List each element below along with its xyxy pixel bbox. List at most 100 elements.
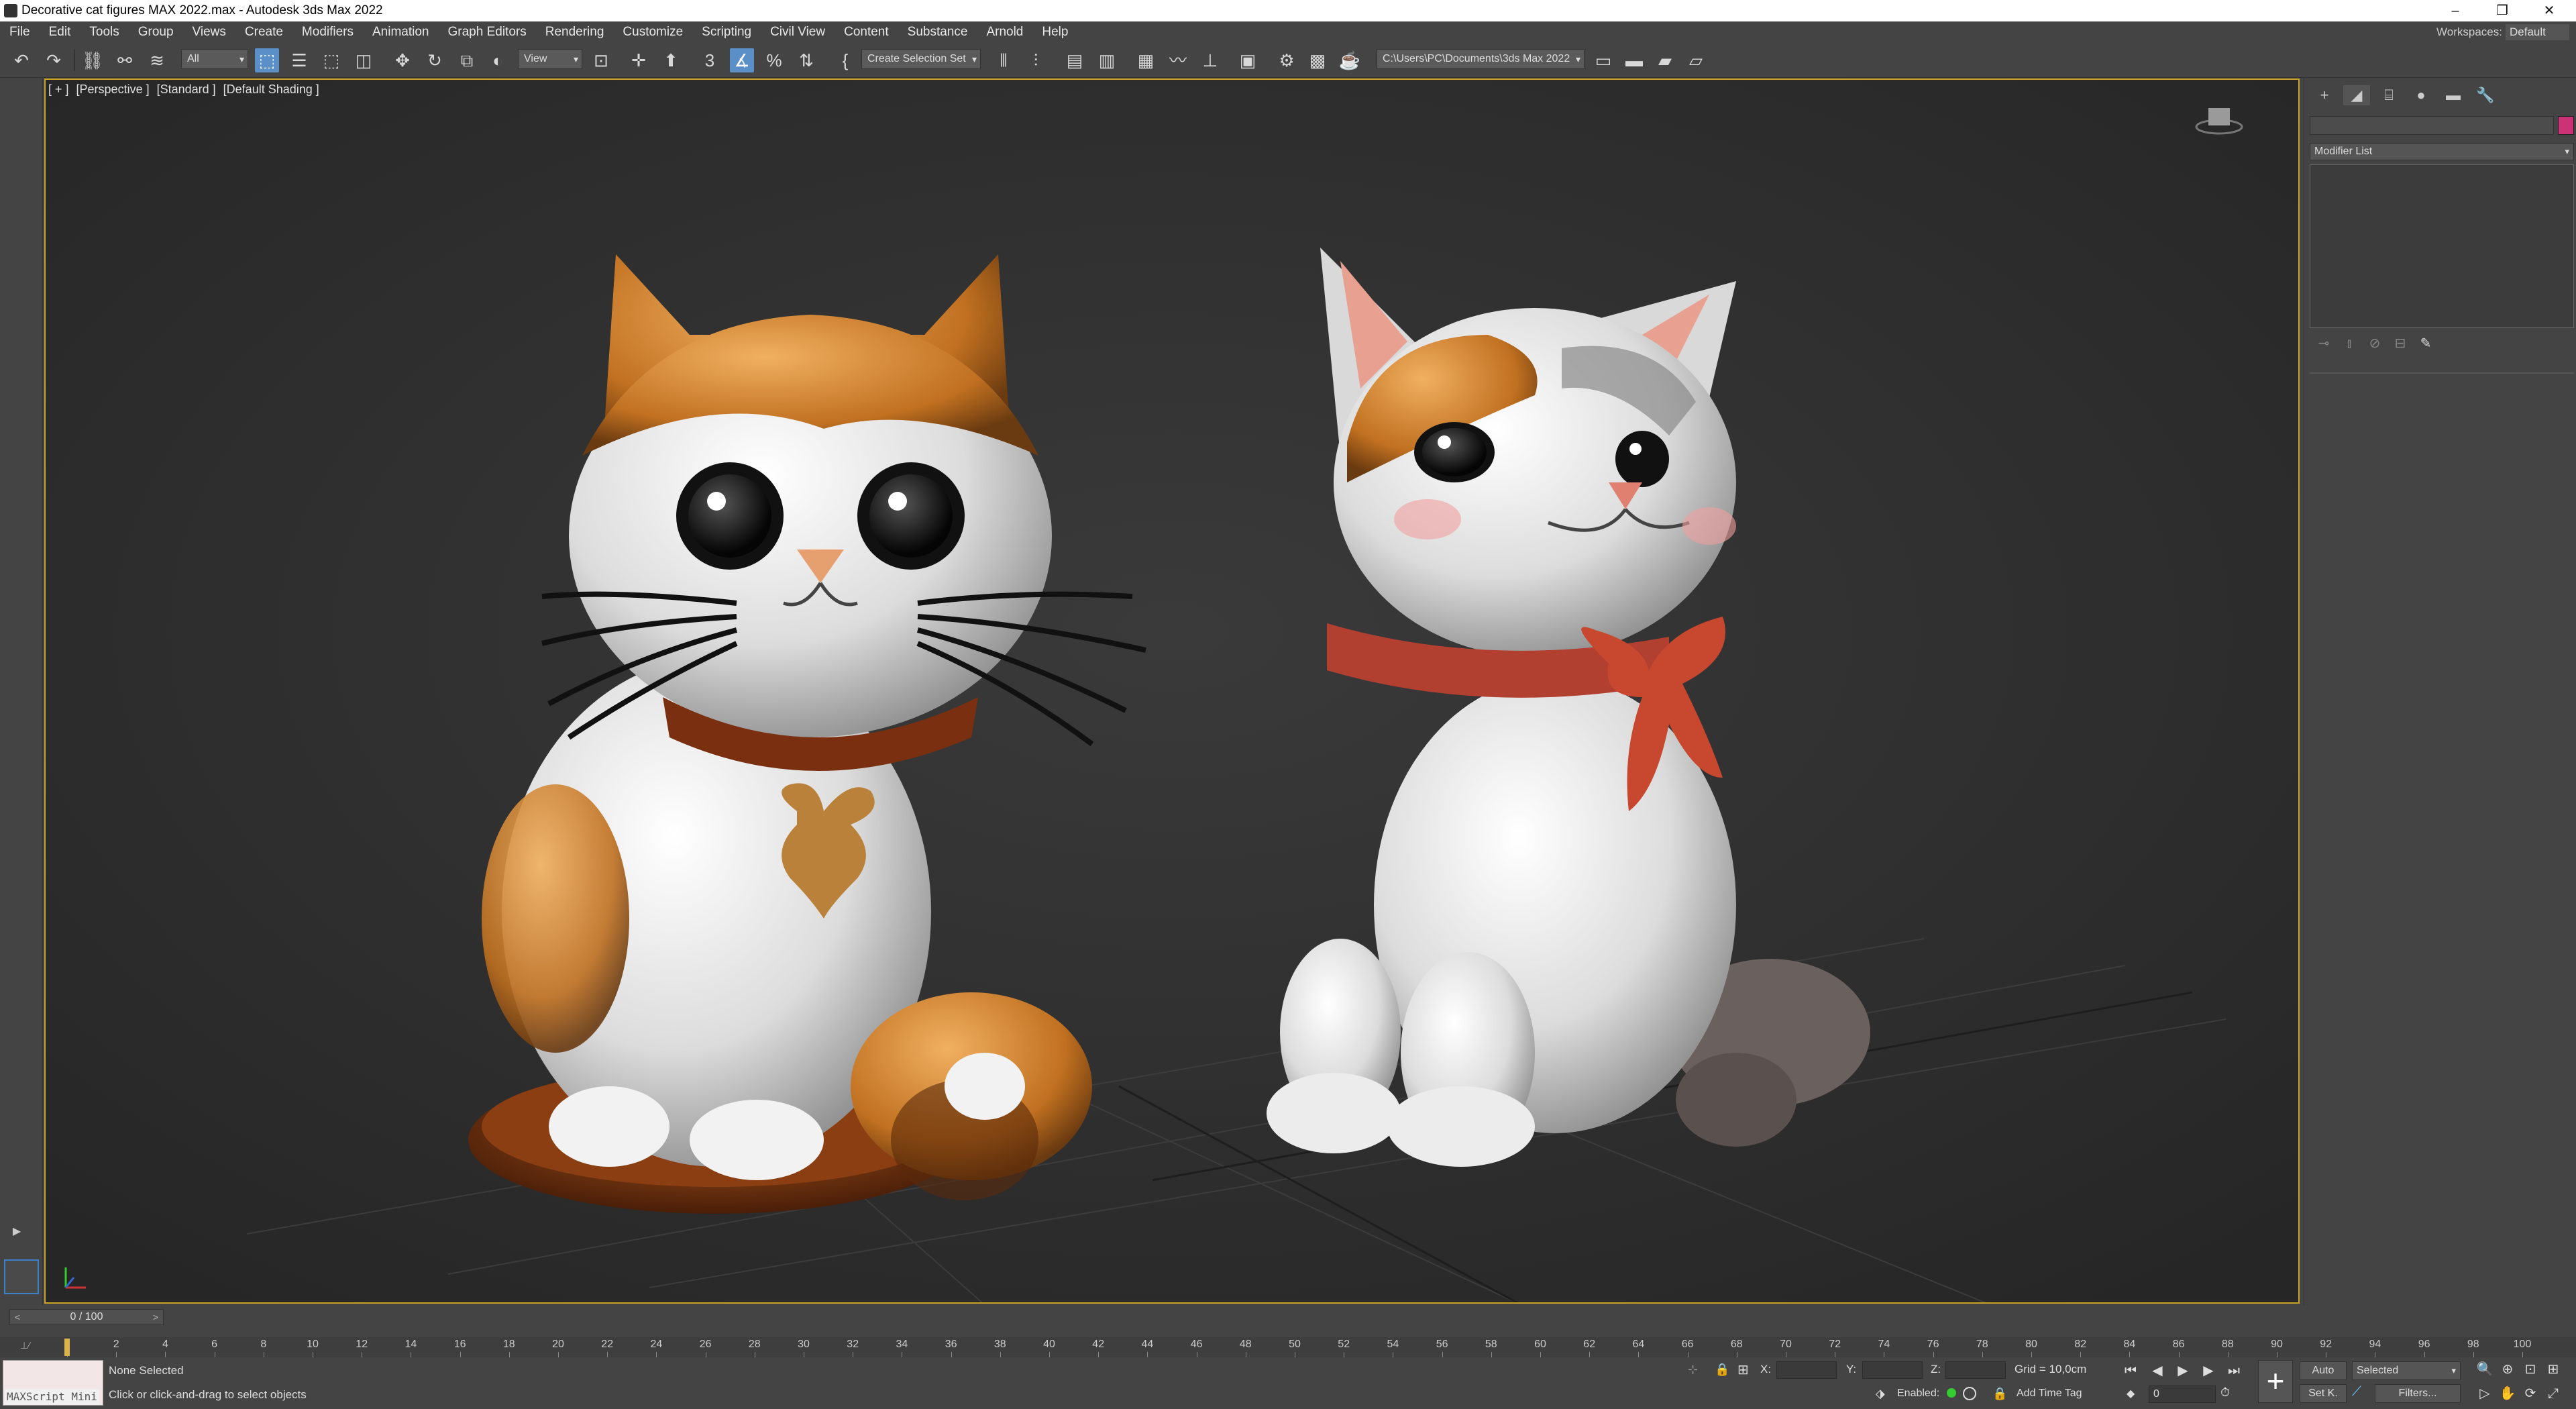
project-settings-icon[interactable]: ▱	[1684, 48, 1708, 72]
snaps-toggle-icon[interactable]: 3	[698, 48, 722, 72]
viewport-point-of-view-menu[interactable]: [Perspective ]	[76, 83, 150, 96]
menu-group[interactable]: Group	[129, 21, 183, 43]
key-tangent-icon[interactable]: ⟋	[2352, 1384, 2361, 1400]
menu-graph-editors[interactable]: Graph Editors	[439, 21, 536, 43]
selection-lock-icon[interactable]: 🔒	[1715, 1363, 1729, 1377]
pin-stack-icon[interactable]: ⊸	[2314, 333, 2334, 354]
mirror-icon[interactable]: ⫴	[991, 48, 1016, 72]
undo-icon[interactable]: ↶	[9, 48, 34, 72]
project-folder-dropdown[interactable]: C:\Users\PC\Documents\3ds Max 2022	[1377, 49, 1585, 69]
material-editor-icon[interactable]: ▣	[1236, 48, 1260, 72]
viewport-layout-thumbnail[interactable]	[4, 1259, 39, 1294]
current-frame-cursor[interactable]	[64, 1339, 70, 1356]
previous-frame-icon[interactable]: ◀	[2148, 1361, 2167, 1380]
select-by-name-icon[interactable]: ☰	[287, 48, 311, 72]
rectangular-selection-icon[interactable]: ⬚	[319, 48, 343, 72]
select-object-icon[interactable]: ⬚	[255, 48, 279, 72]
set-project-folder-icon[interactable]: ▭	[1591, 48, 1615, 72]
current-frame-field[interactable]: 0	[2149, 1386, 2216, 1403]
menu-rendering[interactable]: Rendering	[536, 21, 614, 43]
play-icon[interactable]: ▶	[2174, 1361, 2192, 1380]
curve-editor-icon[interactable]: 〰	[1166, 48, 1190, 72]
named-selection-set-dropdown[interactable]: Create Selection Set	[861, 49, 981, 69]
redo-icon[interactable]: ↷	[42, 48, 66, 72]
schematic-view-icon[interactable]: ⊥	[1198, 48, 1222, 72]
window-crossing-icon[interactable]: ◫	[352, 48, 376, 72]
viewport-standard-menu[interactable]: [Standard ]	[157, 83, 216, 96]
menu-arnold[interactable]: Arnold	[977, 21, 1032, 43]
adaptive-degradation-icon[interactable]: ⬗	[1876, 1387, 1885, 1401]
time-slider[interactable]: < 0 / 100 >	[9, 1309, 164, 1325]
configure-modifier-sets-icon[interactable]: ✎	[2416, 333, 2436, 354]
zoom-extents-icon[interactable]: ⊡	[2521, 1360, 2540, 1379]
time-tag-lock-icon[interactable]: 🔒	[1992, 1387, 2007, 1401]
move-icon[interactable]: ✥	[390, 48, 415, 72]
menu-help[interactable]: Help	[1032, 21, 1077, 43]
pivot-center-icon[interactable]: ⊡	[589, 48, 613, 72]
selection-filter-dropdown[interactable]: All	[181, 49, 248, 69]
angle-snap-icon[interactable]: ∡	[730, 48, 754, 72]
go-to-start-icon[interactable]: ⏮	[2121, 1361, 2140, 1380]
key-filter-dropdown[interactable]: Selected	[2352, 1361, 2461, 1380]
remove-modifier-icon[interactable]: ⊟	[2390, 333, 2410, 354]
zoom-extents-all-icon[interactable]: ⊞	[2544, 1360, 2563, 1379]
add-time-tag[interactable]: Add Time Tag	[2017, 1388, 2082, 1400]
link-icon[interactable]: ⛓	[80, 48, 105, 72]
object-name-field[interactable]	[2310, 116, 2554, 135]
menu-create[interactable]: Create	[235, 21, 292, 43]
restore-button[interactable]: ❐	[2482, 0, 2522, 21]
close-button[interactable]: ✕	[2529, 0, 2569, 21]
percent-snap-icon[interactable]: %	[762, 48, 786, 72]
object-color-swatch[interactable]	[2558, 116, 2574, 135]
make-unique-icon[interactable]: ⊘	[2365, 333, 2385, 354]
placement-icon[interactable]: ◐	[486, 48, 510, 72]
display-tab-icon[interactable]: ▬	[2440, 85, 2467, 105]
menu-civil-view[interactable]: Civil View	[761, 21, 835, 43]
menu-tools[interactable]: Tools	[80, 21, 128, 43]
track-bar[interactable]: ⊥∕ 2 4 6 8 10 12 14 16 18 20 22 24 26 28 30 32 34 36 38 40 4…	[0, 1337, 2576, 1357]
utilities-tab-icon[interactable]: 🔧	[2472, 85, 2499, 105]
toggle-ribbon-icon[interactable]: ▦	[1134, 48, 1158, 72]
minimize-button[interactable]: –	[2435, 0, 2475, 21]
unlink-icon[interactable]: ⚯	[113, 48, 137, 72]
maxscript-listener[interactable]: MAXScript Mini	[3, 1360, 103, 1406]
menu-views[interactable]: Views	[183, 21, 235, 43]
z-coordinate-field[interactable]	[1945, 1361, 2006, 1379]
y-coordinate-field[interactable]	[1862, 1361, 1923, 1379]
isolate-selection-icon[interactable]: ⊹	[1688, 1363, 1698, 1377]
enabled-toggle-icon[interactable]	[1963, 1387, 1976, 1400]
pan-view-icon[interactable]: ✋	[2498, 1384, 2517, 1403]
keyboard-shortcut-override-icon[interactable]: ⬆	[659, 48, 683, 72]
hierarchy-tab-icon[interactable]: ⌸	[2375, 85, 2402, 105]
orbit-icon[interactable]: ⟳	[2521, 1384, 2540, 1403]
next-frame-icon[interactable]: ▶	[2199, 1361, 2218, 1380]
zoom-icon[interactable]: 🔍	[2475, 1360, 2494, 1379]
modifier-list-dropdown[interactable]: Modifier List	[2310, 143, 2574, 160]
reference-coordinate-dropdown[interactable]: View	[518, 49, 582, 69]
render-production-icon[interactable]: ☕	[1338, 48, 1362, 72]
show-end-result-icon[interactable]: ⫾	[2339, 333, 2359, 354]
time-configuration-icon[interactable]: ⏱	[2220, 1386, 2230, 1400]
modify-tab-icon[interactable]: ◢	[2343, 85, 2370, 105]
menu-modifiers[interactable]: Modifiers	[292, 21, 363, 43]
menu-customize[interactable]: Customize	[613, 21, 692, 43]
menu-scripting[interactable]: Scripting	[692, 21, 761, 43]
rendered-frame-window-icon[interactable]: ▩	[1305, 48, 1330, 72]
go-to-end-icon[interactable]: ⏭	[2224, 1361, 2243, 1380]
key-mode-icon[interactable]: ◆	[2127, 1387, 2135, 1400]
time-slider-next[interactable]: >	[150, 1310, 162, 1324]
scene-explorer-icon[interactable]: ▤	[1063, 48, 1087, 72]
set-key-icon[interactable]: +	[2258, 1360, 2293, 1403]
render-setup-icon[interactable]: ⚙	[1275, 48, 1299, 72]
menu-content[interactable]: Content	[835, 21, 898, 43]
select-and-manipulate-icon[interactable]: ✛	[627, 48, 651, 72]
menu-substance[interactable]: Substance	[898, 21, 977, 43]
bind-space-warp-icon[interactable]: ≋	[145, 48, 169, 72]
viewport-general-menu[interactable]: [ + ]	[48, 83, 69, 96]
menu-file[interactable]: File	[0, 21, 40, 43]
edit-named-selection-icon[interactable]: {	[833, 48, 857, 72]
create-project-icon[interactable]: ▰	[1653, 48, 1677, 72]
auto-key-button[interactable]: Auto	[2300, 1361, 2347, 1380]
align-icon[interactable]: ⫶	[1024, 48, 1048, 72]
time-slider-prev[interactable]: <	[11, 1310, 23, 1324]
